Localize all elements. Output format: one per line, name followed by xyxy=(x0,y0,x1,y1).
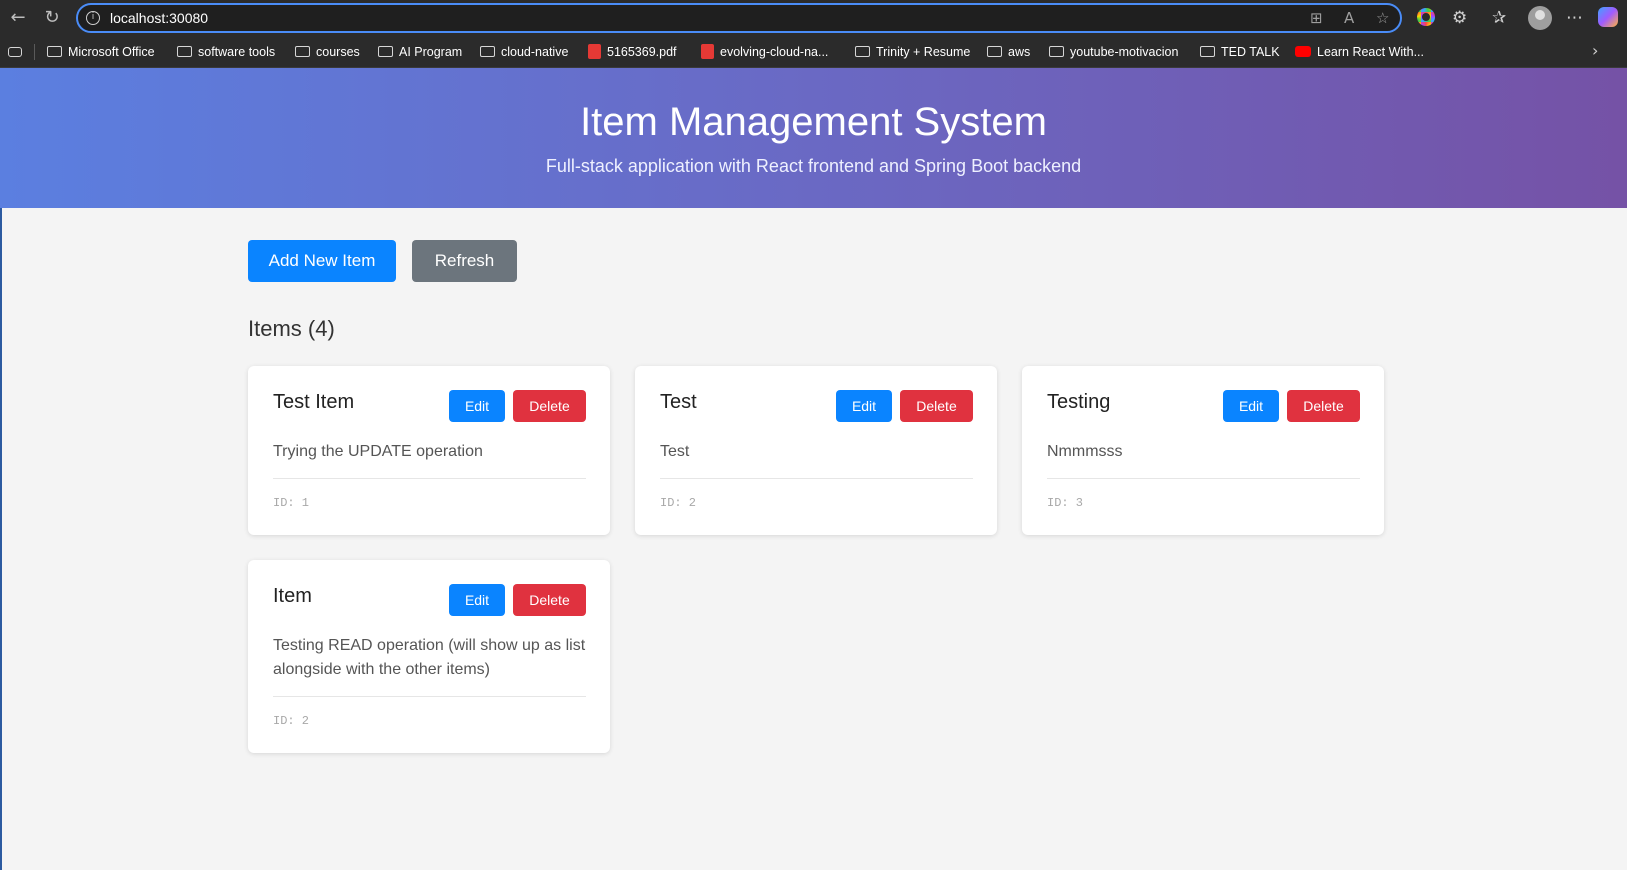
bookmark-item[interactable]: Trinity + Resume xyxy=(855,43,970,61)
url-text: localhost:30080 xyxy=(110,10,209,26)
profile-avatar[interactable] xyxy=(1528,6,1552,30)
folder-icon xyxy=(987,46,1002,58)
delete-button[interactable]: Delete xyxy=(1287,390,1360,422)
bookmark-item[interactable]: software tools xyxy=(177,43,275,61)
card-divider xyxy=(1047,478,1360,479)
split-screen-icon[interactable]: ⊞ xyxy=(1310,9,1323,27)
bookmark-item[interactable]: courses xyxy=(295,43,360,61)
item-id: ID: 2 xyxy=(660,496,697,510)
bookmark-label: youtube-motivacion xyxy=(1070,45,1179,59)
extensions-icon[interactable]: ⚙ xyxy=(1452,7,1467,29)
tab-actions-icon[interactable] xyxy=(8,47,22,57)
refresh-button[interactable]: Refresh xyxy=(412,240,517,282)
bookmark-item[interactable]: 5165369.pdf xyxy=(588,43,677,61)
item-description: Testing READ operation (will show up as … xyxy=(273,637,586,678)
bookmark-label: TED TALK xyxy=(1221,45,1280,59)
item-id: ID: 2 xyxy=(273,714,310,728)
bookmark-item[interactable]: youtube-motivacion xyxy=(1049,43,1178,61)
info-icon[interactable]: i xyxy=(86,11,100,25)
bookmark-label: Learn React With... xyxy=(1317,45,1424,59)
folder-icon xyxy=(480,46,495,58)
bookmark-label: courses xyxy=(316,45,360,59)
item-id: ID: 1 xyxy=(273,496,310,510)
bookmark-item[interactable]: evolving-cloud-na... xyxy=(701,43,828,61)
item-title: Test Item xyxy=(273,391,355,413)
bookmark-label: software tools xyxy=(198,45,276,59)
bookmark-label: 5165369.pdf xyxy=(607,45,677,59)
add-new-item-button[interactable]: Add New Item xyxy=(248,240,396,282)
pdf-icon xyxy=(588,44,601,60)
edit-button[interactable]: Edit xyxy=(1223,390,1279,422)
page-subtitle: Full-stack application with React fronte… xyxy=(545,156,1082,176)
edit-button[interactable]: Edit xyxy=(836,390,892,422)
delete-button[interactable]: Delete xyxy=(513,584,586,616)
item-card: Test Edit Delete Test ID: 2 xyxy=(635,366,997,535)
page-header: Item Management System Full-stack applic… xyxy=(0,68,1627,208)
delete-button[interactable]: Delete xyxy=(513,390,586,422)
bookmark-item[interactable]: AI Program xyxy=(378,43,462,61)
folder-icon xyxy=(855,46,870,58)
delete-button[interactable]: Delete xyxy=(900,390,973,422)
folder-icon xyxy=(295,46,310,58)
bookmarks-divider xyxy=(34,44,35,60)
bookmark-label: Trinity + Resume xyxy=(876,45,971,59)
folder-icon xyxy=(378,46,393,58)
item-description: Test xyxy=(660,443,690,460)
bookmark-label: evolving-cloud-na... xyxy=(720,45,829,59)
bookmark-item[interactable]: aws xyxy=(987,43,1030,61)
item-card: Item Edit Delete Testing READ operation … xyxy=(248,560,610,753)
item-title: Testing xyxy=(1047,391,1111,413)
item-card: Testing Edit Delete Nmmmsss ID: 3 xyxy=(1022,366,1384,535)
item-description: Nmmmsss xyxy=(1047,443,1123,460)
bookmark-item[interactable]: TED TALK xyxy=(1200,43,1280,61)
bookmark-item[interactable]: Learn React With... xyxy=(1295,43,1424,61)
item-title: Test xyxy=(660,391,697,413)
color-extension-icon[interactable] xyxy=(1417,8,1435,26)
folder-icon xyxy=(1049,46,1064,58)
card-divider xyxy=(273,696,586,697)
bookmark-item[interactable]: Microsoft Office xyxy=(47,43,155,61)
item-title: Item xyxy=(273,585,312,607)
page-title: Item Management System xyxy=(580,100,1047,144)
bookmark-label: AI Program xyxy=(399,45,463,59)
folder-icon xyxy=(177,46,192,58)
back-arrow-icon[interactable]: ← xyxy=(6,6,30,30)
pdf-icon xyxy=(701,44,714,60)
card-divider xyxy=(660,478,973,479)
items-heading: Items (4) xyxy=(248,316,335,341)
browser-toolbar: ← ↻ i localhost:30080 ⊞ A ☆ ⚙ ✰ ⋯ xyxy=(0,0,1627,36)
bookmarks-bar: Microsoft Office software tools courses AI … xyxy=(0,36,1627,68)
favorite-star-icon[interactable]: ☆ xyxy=(1376,9,1389,27)
bookmark-label: aws xyxy=(1008,45,1031,59)
card-divider xyxy=(273,478,586,479)
folder-icon xyxy=(1200,46,1215,58)
youtube-icon xyxy=(1295,46,1311,58)
bookmark-label: Microsoft Office xyxy=(68,45,155,59)
bookmark-item[interactable]: cloud-native xyxy=(480,43,568,61)
folder-icon xyxy=(47,46,62,58)
reload-icon[interactable]: ↻ xyxy=(40,6,64,30)
item-description: Trying the UPDATE operation xyxy=(273,443,483,460)
copilot-icon[interactable] xyxy=(1598,7,1618,27)
address-bar[interactable]: i localhost:30080 ⊞ A ☆ xyxy=(76,3,1402,33)
read-aloud-icon[interactable]: A xyxy=(1344,9,1354,27)
favorites-icon[interactable]: ✰ xyxy=(1492,7,1506,29)
edit-button[interactable]: Edit xyxy=(449,390,505,422)
item-card: Test Item Edit Delete Trying the UPDATE … xyxy=(248,366,610,535)
bookmark-label: cloud-native xyxy=(501,45,569,59)
edit-button[interactable]: Edit xyxy=(449,584,505,616)
chevron-right-icon[interactable]: › xyxy=(1592,41,1598,60)
item-id: ID: 3 xyxy=(1047,496,1084,510)
more-options-icon[interactable]: ⋯ xyxy=(1566,7,1583,29)
